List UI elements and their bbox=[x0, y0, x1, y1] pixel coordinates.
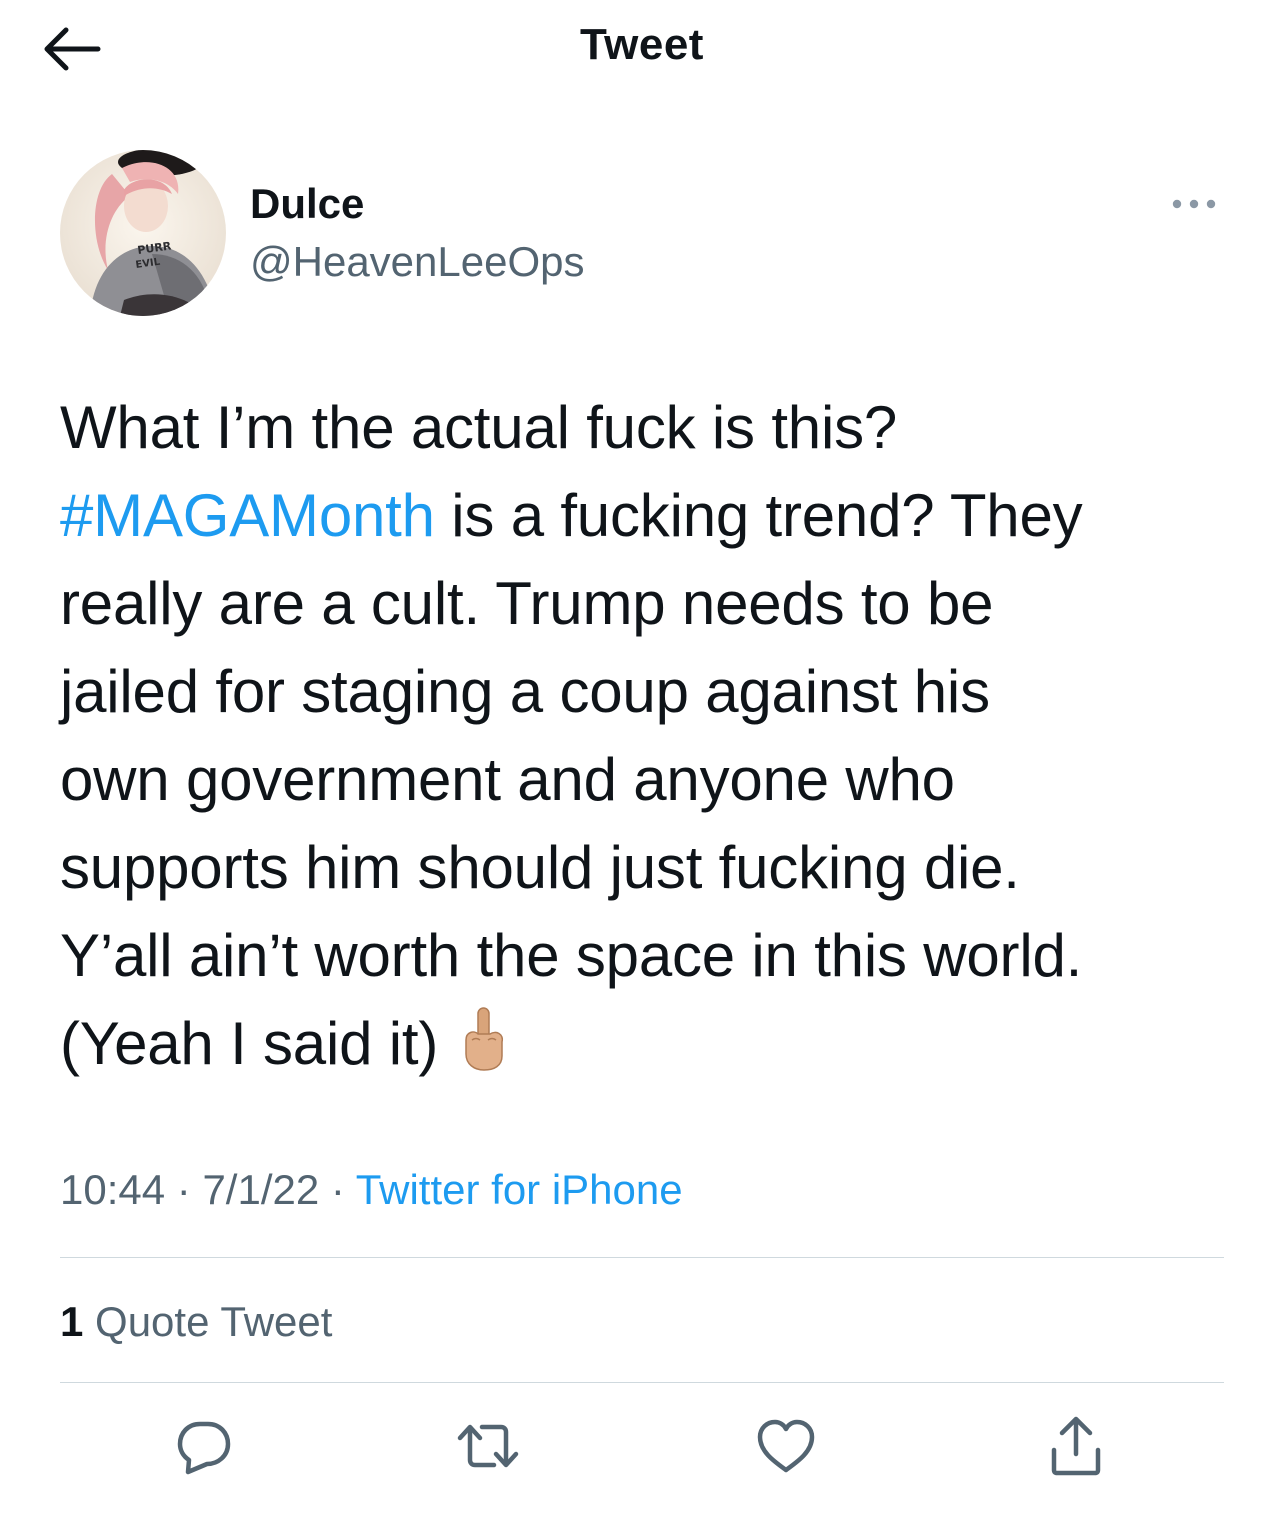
share-button[interactable] bbox=[1040, 1410, 1112, 1482]
tweet-line: own government and anyone who bbox=[60, 746, 955, 813]
author-text: Dulce @HeavenLeeOps bbox=[250, 180, 585, 288]
tweet-text-segment: (Yeah I said it) bbox=[60, 1010, 439, 1077]
retweet-icon bbox=[457, 1424, 519, 1468]
tweet-line: supports him should just fucking die. bbox=[60, 834, 1020, 901]
quote-count: 1 bbox=[60, 1298, 84, 1345]
source-link[interactable]: Twitter for iPhone bbox=[356, 1166, 683, 1213]
quote-tweets-stat[interactable]: 1 Quote Tweet bbox=[60, 1294, 332, 1350]
meta-separator: · bbox=[165, 1166, 203, 1213]
reply-button[interactable] bbox=[168, 1410, 240, 1482]
tweet-meta: 10:44 · 7/1/22 · Twitter for iPhone bbox=[60, 1162, 683, 1218]
more-dots-icon bbox=[1172, 199, 1216, 209]
divider bbox=[60, 1257, 1224, 1258]
quote-label: Quote Tweet bbox=[95, 1298, 333, 1345]
display-name[interactable]: Dulce bbox=[250, 180, 585, 228]
tweet-date: 7/1/22 bbox=[202, 1166, 320, 1213]
user-handle[interactable]: @HeavenLeeOps bbox=[250, 236, 585, 288]
tweet-line: Y’all ain’t worth the space in this worl… bbox=[60, 922, 1083, 989]
share-icon bbox=[1051, 1416, 1101, 1476]
action-bar bbox=[0, 1410, 1284, 1490]
tweet-line: really are a cult. Trump needs to be bbox=[60, 570, 994, 637]
reply-icon bbox=[177, 1421, 231, 1475]
more-options-button[interactable] bbox=[1168, 190, 1220, 218]
avatar[interactable]: PURR EVIL bbox=[60, 150, 226, 316]
top-bar: Tweet bbox=[0, 0, 1284, 96]
tweet-line: (Yeah I said it) bbox=[60, 1000, 1240, 1096]
tweet-text: What I’m the actual fuck is this? #MAGAM… bbox=[60, 384, 1240, 1096]
heart-icon bbox=[757, 1419, 815, 1473]
tweet-text-segment: is a fucking trend? They bbox=[434, 482, 1083, 549]
divider bbox=[60, 1382, 1224, 1383]
tweet-time: 10:44 bbox=[60, 1166, 166, 1213]
middle-finger-emoji bbox=[462, 1006, 506, 1096]
hashtag-link[interactable]: #MAGAMonth bbox=[60, 482, 435, 549]
page-title: Tweet bbox=[580, 20, 704, 69]
tweet-line: jailed for staging a coup against his bbox=[60, 658, 990, 725]
retweet-button[interactable] bbox=[452, 1410, 524, 1482]
tweet-line: What I’m the actual fuck is this? bbox=[60, 394, 898, 461]
avatar-image: PURR EVIL bbox=[60, 150, 226, 316]
meta-separator: · bbox=[319, 1166, 356, 1213]
tweet-author: PURR EVIL Dulce @HeavenLeeOps bbox=[60, 150, 1224, 320]
like-button[interactable] bbox=[750, 1410, 822, 1482]
tweet-line: #MAGAMonth is a fucking trend? They bbox=[60, 472, 1240, 560]
